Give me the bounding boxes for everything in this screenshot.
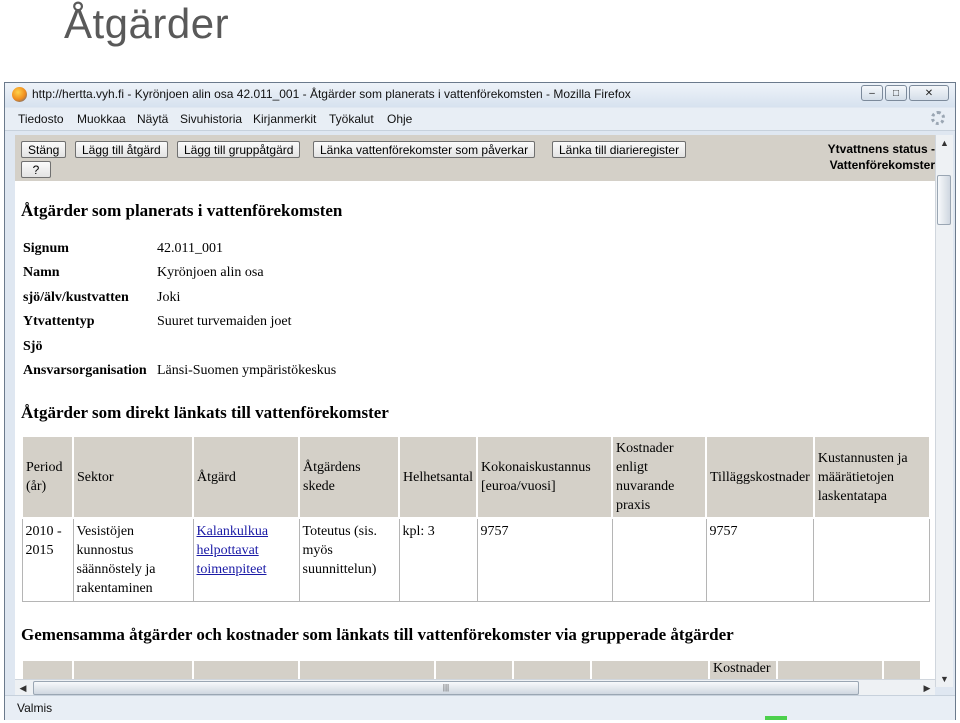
col-sektor: Sektor (72, 435, 194, 519)
cell-kostnader (611, 517, 707, 602)
col-helhetsantal: Helhetsantal (398, 435, 478, 519)
menu-sivuhistoria[interactable]: Sivuhistoria (180, 112, 242, 126)
help-button[interactable]: ? (21, 161, 51, 178)
group-measures-heading: Gemensamma åtgärder och kostnader som lä… (21, 625, 734, 644)
menu-kirjanmerkit[interactable]: Kirjanmerkit (253, 112, 316, 126)
menu-nayta[interactable]: Näytä (137, 112, 168, 126)
col-kostnader: Kostnader enligt nuvarande praxis (611, 435, 707, 519)
window-title: http://hertta.vyh.fi - Kyrönjoen alin os… (32, 87, 631, 101)
maximize-button[interactable]: □ (885, 85, 907, 101)
vertical-scrollbar[interactable]: ▲ ▼ (935, 135, 953, 687)
measure-link[interactable]: Kalankulkua helpottavat toimenpiteet (197, 524, 269, 577)
cell-atgard: Kalankulkua helpottavat toimenpiteet (192, 517, 300, 602)
table-header-row: Period (år) Sektor Åtgärd Åtgärdens sked… (21, 435, 931, 519)
info-value: Kyrönjoen alin osa (157, 265, 264, 280)
scroll-down-icon[interactable]: ▼ (936, 671, 953, 687)
page-content: Stäng Lägg till åtgärd Lägg till gruppåt… (15, 135, 935, 687)
statusbar: Valmis (5, 695, 955, 720)
info-label: Sjö (23, 339, 43, 354)
info-label: Ytvattentyp (23, 314, 95, 329)
col-atgard: Åtgärd (192, 435, 300, 519)
info-label: Namn (23, 265, 60, 280)
cell-helhetsantal: kpl: 3 (398, 517, 478, 602)
status-text: Valmis (17, 701, 53, 715)
info-value: Länsi-Suomen ympäristökeskus (157, 363, 337, 378)
cell-laskentatapa (813, 517, 931, 602)
direct-measures-heading: Åtgärder som direkt länkats till vattenf… (21, 403, 389, 422)
status-line-1: Ytvattnens status - (827, 142, 935, 156)
info-label: sjö/älv/kustvatten (23, 290, 129, 305)
cell-tillaggskostnader: 9757 (705, 517, 815, 602)
menu-tyokalut[interactable]: Työkalut (329, 112, 374, 126)
menu-ohje[interactable]: Ohje (387, 112, 412, 126)
col-tillaggskostnader: Tilläggskostnader (705, 435, 815, 519)
cell-kokonaiskustannus: 9757 (476, 517, 613, 602)
close-page-button[interactable]: Stäng (21, 141, 67, 158)
page-heading: Åtgärder som planerats i vattenförekomst… (21, 201, 343, 220)
col-skede: Åtgärdens skede (298, 435, 400, 519)
menubar: Tiedosto Muokkaa Näytä Sivuhistoria Kirj… (5, 108, 955, 131)
action-toolbar: Stäng Lägg till åtgärd Lägg till gruppåt… (15, 135, 935, 181)
cell-period: 2010 - 2015 (21, 517, 74, 602)
scroll-up-icon[interactable]: ▲ (936, 135, 953, 151)
add-measure-button[interactable]: Lägg till åtgärd (75, 141, 168, 158)
col-period: Period (år) (21, 435, 74, 519)
vertical-scroll-thumb[interactable] (937, 175, 951, 225)
slide-title: Åtgärder (64, 0, 230, 47)
info-label: Ansvarsorganisation (23, 363, 147, 378)
firefox-icon (12, 87, 27, 102)
info-value: Suuret turvemaiden joet (157, 314, 292, 329)
minimize-button[interactable]: – (861, 85, 883, 101)
col-laskentatapa: Kustannusten ja määrätietojen laskentata… (812, 435, 931, 519)
horizontal-scroll-thumb[interactable]: ||| (33, 681, 859, 695)
link-diary-register-button[interactable]: Länka till diarieregister (552, 141, 687, 158)
status-line-2: Vattenförekomster (829, 158, 935, 172)
measures-table: Period (år) Sektor Åtgärd Åtgärdens sked… (21, 435, 931, 602)
cell-skede: Toteutus (sis. myös suunnittelun) (298, 517, 400, 602)
window-controls: – □ ✕ (861, 85, 949, 101)
info-value: Joki (157, 290, 181, 305)
close-button[interactable]: ✕ (909, 85, 949, 101)
browser-window: http://hertta.vyh.fi - Kyrönjoen alin os… (4, 82, 956, 720)
throbber-icon (931, 111, 945, 125)
cell-sektor: Vesistöjen kunnostus säännöstely ja rake… (72, 517, 194, 602)
window-titlebar: http://hertta.vyh.fi - Kyrönjoen alin os… (5, 83, 955, 107)
info-value: 42.011_001 (157, 241, 223, 256)
page-status-title: Ytvattnens status - Vattenförekomster (820, 141, 935, 173)
menu-tiedosto[interactable]: Tiedosto (18, 112, 64, 126)
col-kokonaiskustannus: Kokonaiskustannus [euroa/vuosi] (476, 435, 613, 519)
status-indicator (765, 716, 787, 720)
info-label: Signum (23, 241, 69, 256)
add-group-measure-button[interactable]: Lägg till gruppåtgärd (177, 141, 301, 158)
link-water-bodies-button[interactable]: Länka vattenförekomster som påverkar (313, 141, 536, 158)
table-row: 2010 - 2015 Vesistöjen kunnostus säännös… (21, 517, 931, 602)
menu-muokkaa[interactable]: Muokkaa (77, 112, 126, 126)
